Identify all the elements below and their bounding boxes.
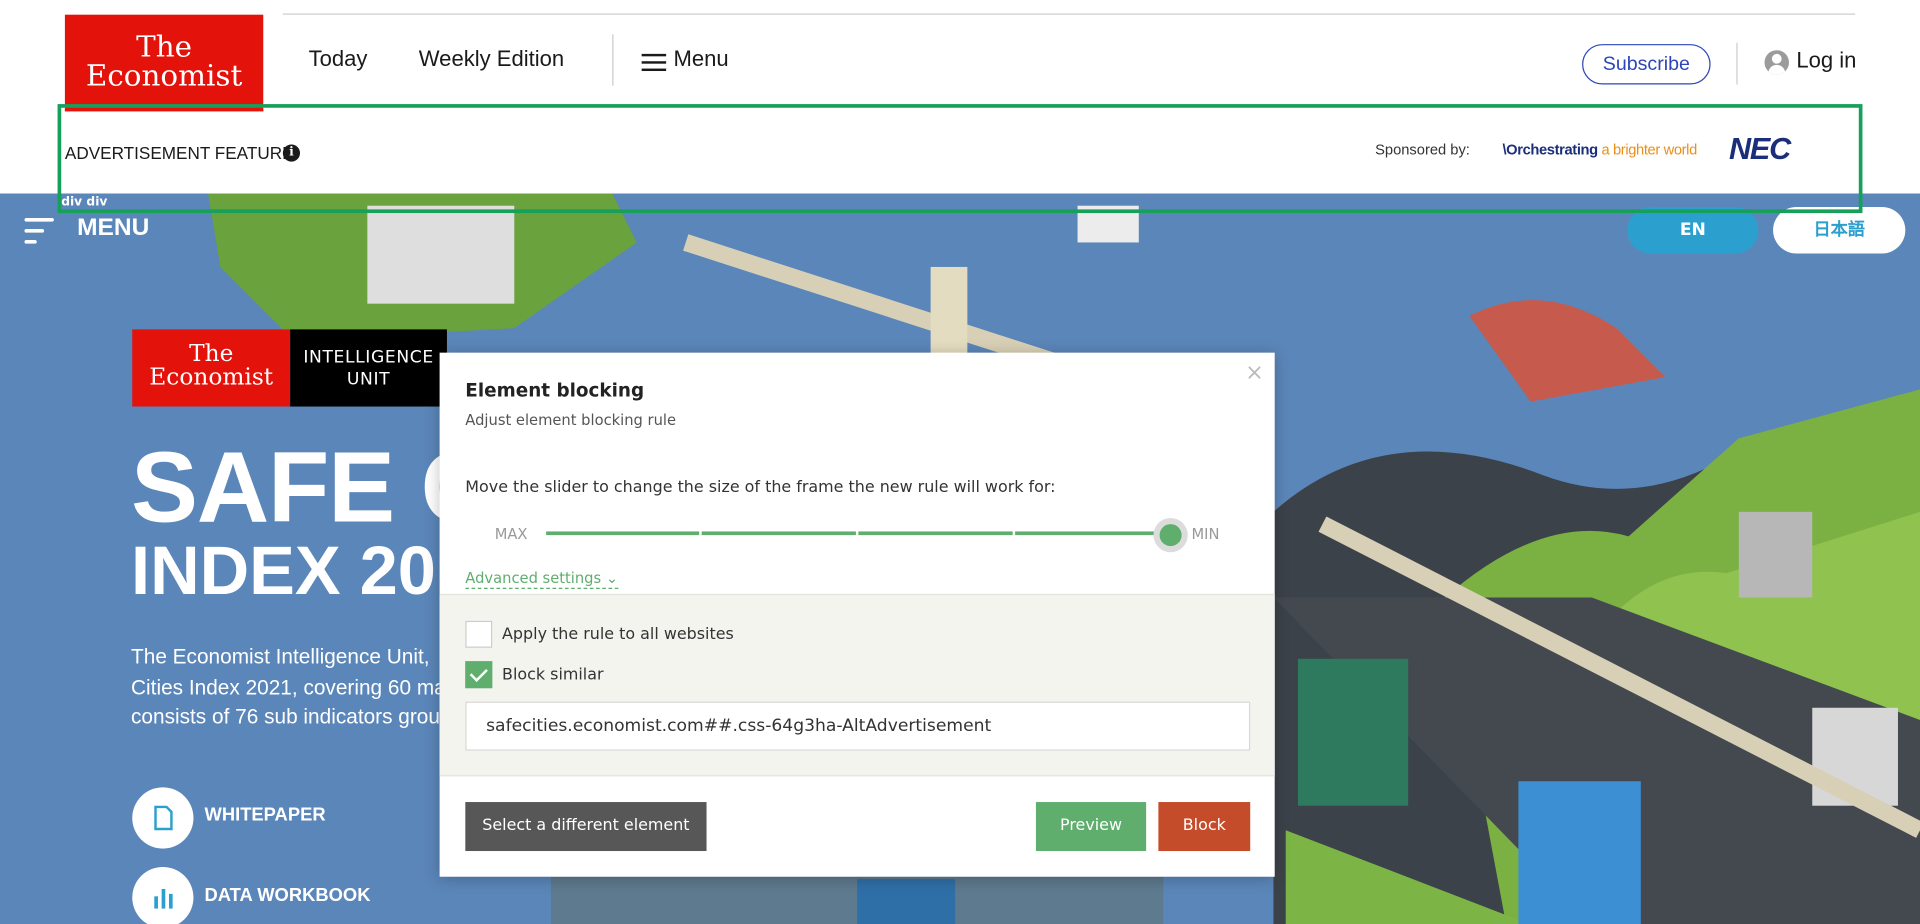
slider-instruction: Move the slider to change the size of th… (465, 478, 1056, 498)
header-divider-right (1736, 42, 1738, 85)
sponsor-tagline[interactable]: \Orchestrating a brighter world (1502, 140, 1697, 158)
dialog-subtitle: Adjust element blocking rule (465, 411, 677, 429)
login-link[interactable]: Log in (1796, 48, 1856, 74)
hero-desc-line2: Cities Index 2021, covering 60 ma (131, 675, 446, 699)
data-workbook-icon[interactable] (132, 866, 194, 924)
sponsored-by-label: Sponsored by: (1375, 140, 1470, 158)
apply-all-websites-checkbox[interactable] (465, 620, 493, 648)
close-icon[interactable]: × (1245, 360, 1263, 386)
logo-line1: The (136, 29, 193, 64)
block-button[interactable]: Block (1158, 802, 1251, 852)
slider-handle[interactable] (1153, 517, 1188, 553)
nav-divider (612, 34, 614, 86)
apply-all-websites-label[interactable]: Apply the rule to all websites (502, 626, 734, 644)
hero-title-line1: SAFE C (131, 432, 493, 544)
preview-button[interactable]: Preview (1035, 802, 1147, 852)
site-menu-label[interactable]: MENU (77, 214, 149, 242)
lang-jp-button[interactable]: 日本語 (1773, 206, 1906, 254)
select-different-element-button[interactable]: Select a different element (465, 802, 707, 852)
rule-input[interactable]: safecities.economist.com##.css-64g3ha-Al… (465, 701, 1251, 751)
site-menu-icon[interactable] (24, 217, 54, 245)
eiu-unit-line2: UNIT (346, 369, 391, 390)
lang-en-button[interactable]: EN (1627, 206, 1759, 254)
sponsor-tagline-suffix: a brighter world (1597, 140, 1697, 158)
hero-desc-line1: The Economist Intelligence Unit, (131, 645, 430, 669)
hero-description: The Economist Intelligence Unit, Cities … (131, 643, 449, 733)
eiu-logo-line1: The (189, 340, 234, 368)
element-highlight-tag: div div (61, 195, 108, 210)
hero-title-line2: INDEX 20 (131, 531, 436, 609)
sponsor-tagline-prefix: \Orchestrating (1502, 140, 1598, 158)
subscribe-button[interactable]: Subscribe (1582, 44, 1711, 85)
advanced-settings-toggle[interactable]: Advanced settings ⌄ (465, 569, 619, 589)
logo-line2: Economist (85, 58, 243, 94)
slider-tick (1012, 528, 1016, 538)
nav-weekly-edition[interactable]: Weekly Edition (419, 47, 564, 73)
nav-menu[interactable]: Menu (673, 47, 728, 73)
hero-desc-line3: consists of 76 sub indicators grou (131, 705, 440, 729)
chevron-down-icon: ⌄ (605, 569, 619, 587)
dialog-title: Element blocking (465, 379, 645, 402)
user-icon[interactable] (1764, 50, 1789, 75)
element-blocking-dialog: × Element blocking Adjust element blocki… (439, 352, 1275, 877)
nav-today[interactable]: Today (309, 47, 368, 73)
site-header: The Economist Today Weekly Edition Menu … (0, 0, 1920, 113)
data-workbook-link[interactable]: DATA WORKBOOK (204, 885, 370, 906)
advertisement-feature-label: ADVERTISEMENT FEATURE (64, 143, 294, 163)
eiu-logo: The Economist (132, 329, 291, 407)
header-divider (282, 13, 1856, 15)
slider-min-label: MIN (1191, 525, 1220, 543)
eiu-unit-label: INTELLIGENCE UNIT (290, 329, 447, 407)
nec-logo[interactable]: NEC (1729, 132, 1791, 168)
eiu-logo-line2: Economist (149, 363, 274, 391)
economist-logo[interactable]: The Economist (64, 14, 264, 113)
info-icon[interactable]: i (282, 144, 301, 162)
whitepaper-icon[interactable] (132, 787, 194, 849)
slider-tick (855, 528, 859, 538)
whitepaper-link[interactable]: WHITEPAPER (204, 804, 325, 825)
slider-max-label: MAX (494, 525, 528, 543)
block-similar-checkbox[interactable] (465, 661, 493, 689)
advanced-settings-label: Advanced settings (465, 569, 602, 587)
slider-tick (699, 528, 702, 538)
eiu-unit-line1: INTELLIGENCE (303, 347, 434, 368)
hamburger-icon[interactable] (641, 53, 667, 72)
block-similar-label[interactable]: Block similar (502, 666, 603, 684)
